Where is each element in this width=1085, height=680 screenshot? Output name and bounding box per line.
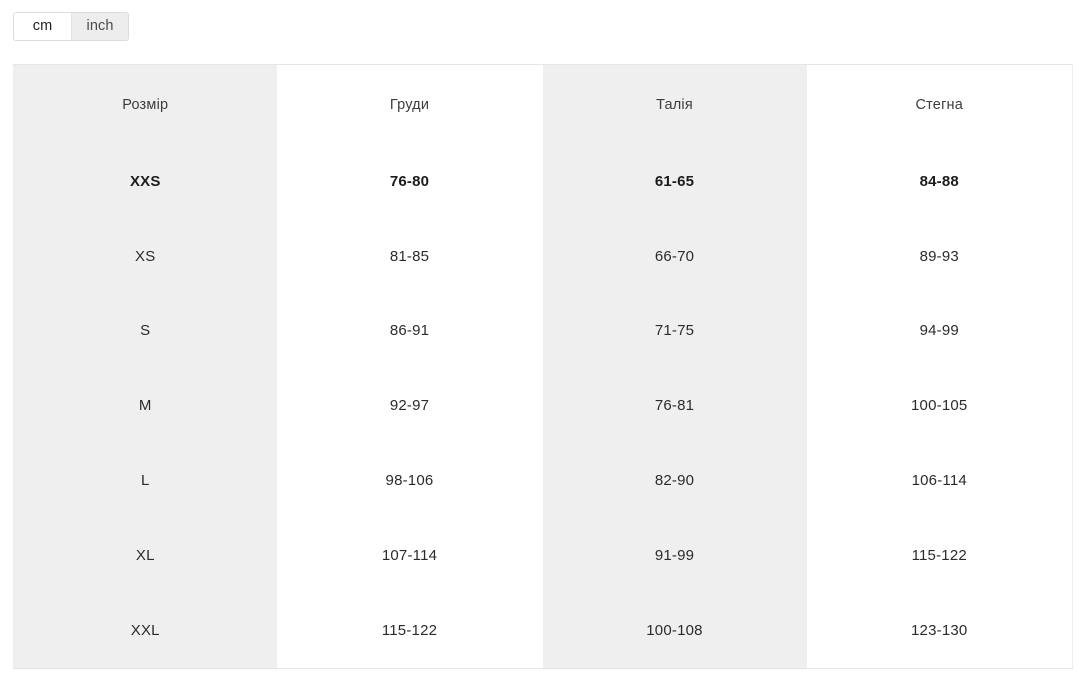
table-row[interactable]: M 92-97 76-81 100-105 (13, 368, 1073, 444)
table-row[interactable]: XL 107-114 91-99 115-122 (13, 517, 1073, 593)
cell-size: XXL (13, 592, 277, 669)
cell-hips: 94-99 (806, 293, 1073, 369)
column-header-hips: Стегна (806, 64, 1073, 144)
column-header-size: Розмір (13, 64, 277, 144)
cell-chest: 76-80 (276, 144, 543, 219)
cell-chest: 92-97 (276, 368, 543, 444)
table-row[interactable]: XXS 76-80 61-65 84-88 (13, 144, 1073, 219)
cell-chest: 86-91 (276, 293, 543, 369)
cell-waist: 91-99 (542, 517, 807, 593)
size-chart-table: Розмір Груди Талія Стегна XXS 76-80 61-6… (13, 64, 1073, 669)
cell-waist: 76-81 (542, 368, 807, 444)
cell-size: XS (13, 218, 277, 294)
cell-waist: 82-90 (542, 443, 807, 518)
unit-toggle-inch[interactable]: inch (71, 13, 128, 40)
cell-hips: 123-130 (806, 592, 1073, 669)
cell-size: XL (13, 517, 277, 593)
unit-toggle-group[interactable]: cm inch (13, 12, 129, 41)
table-row[interactable]: XXL 115-122 100-108 123-130 (13, 592, 1073, 669)
unit-toggle-cm[interactable]: cm (14, 13, 71, 40)
cell-chest: 107-114 (276, 517, 543, 593)
cell-waist: 71-75 (542, 293, 807, 369)
cell-waist: 61-65 (542, 144, 807, 219)
cell-hips: 89-93 (806, 218, 1073, 294)
header-row: Розмір Груди Талія Стегна (13, 64, 1073, 144)
size-table-container: Розмір Груди Талія Стегна XXS 76-80 61-6… (13, 64, 1073, 669)
table-row[interactable]: S 86-91 71-75 94-99 (13, 293, 1073, 369)
cell-chest: 98-106 (276, 443, 543, 518)
cell-hips: 100-105 (806, 368, 1073, 444)
table-header: Розмір Груди Талія Стегна (13, 64, 1073, 144)
table-body: XXS 76-80 61-65 84-88 XS 81-85 66-70 89-… (13, 144, 1073, 669)
cell-size: M (13, 368, 277, 444)
cell-chest: 81-85 (276, 218, 543, 294)
column-header-waist: Талія (542, 64, 807, 144)
cell-hips: 84-88 (806, 144, 1073, 219)
cell-size: S (13, 293, 277, 369)
cell-chest: 115-122 (276, 592, 543, 669)
cell-size: L (13, 443, 277, 518)
cell-waist: 66-70 (542, 218, 807, 294)
cell-waist: 100-108 (542, 592, 807, 669)
table-row[interactable]: XS 81-85 66-70 89-93 (13, 218, 1073, 294)
cell-size: XXS (13, 144, 277, 219)
cell-hips: 106-114 (806, 443, 1073, 518)
column-header-chest: Груди (276, 64, 543, 144)
table-row[interactable]: L 98-106 82-90 106-114 (13, 443, 1073, 518)
size-chart-page: cm inch Розмір Груди Талія Стегна XXS 76… (0, 0, 1085, 680)
cell-hips: 115-122 (806, 517, 1073, 593)
